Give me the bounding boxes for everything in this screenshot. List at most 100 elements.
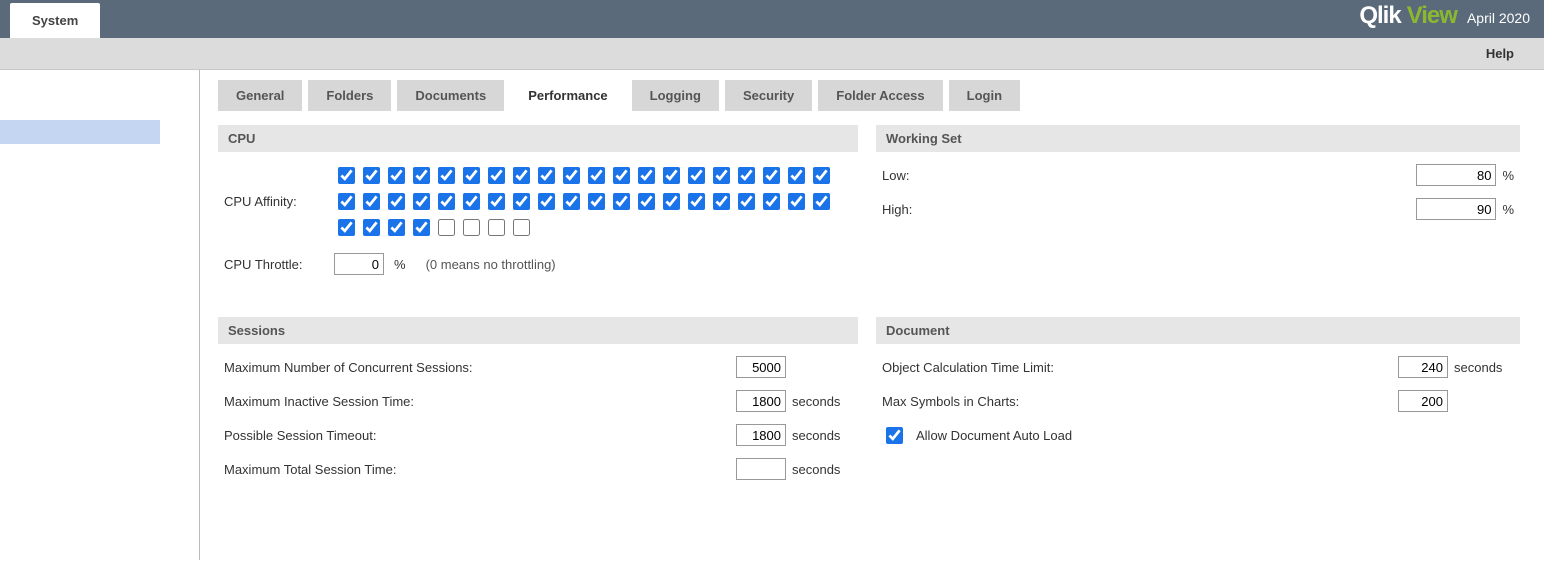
ws-high-unit: % <box>1502 202 1514 217</box>
tabs-row: GeneralFoldersDocumentsPerformanceLoggin… <box>218 80 1520 111</box>
cpu-affinity-checkbox-31[interactable] <box>613 193 630 210</box>
cpu-affinity-checkbox-20[interactable] <box>338 193 355 210</box>
sidebar <box>0 70 200 560</box>
session-input-2[interactable] <box>736 424 786 446</box>
allow-auto-load-checkbox[interactable] <box>886 427 903 444</box>
cpu-affinity-checkbox-10[interactable] <box>588 167 605 184</box>
cpu-affinity-checkbox-4[interactable] <box>438 167 455 184</box>
cpu-affinity-checkbox-5[interactable] <box>463 167 480 184</box>
ws-high-input[interactable] <box>1416 198 1496 220</box>
cpu-affinity-grid <box>334 164 831 239</box>
tab-logging[interactable]: Logging <box>632 80 719 111</box>
document-label-1: Max Symbols in Charts: <box>882 394 1398 409</box>
session-input-3[interactable] <box>736 458 786 480</box>
tab-general[interactable]: General <box>218 80 302 111</box>
cpu-affinity-checkbox-36[interactable] <box>738 193 755 210</box>
tab-security[interactable]: Security <box>725 80 812 111</box>
cpu-affinity-checkbox-3[interactable] <box>413 167 430 184</box>
ws-high-label: High: <box>882 202 942 217</box>
tab-documents[interactable]: Documents <box>397 80 504 111</box>
cpu-affinity-checkbox-37[interactable] <box>763 193 780 210</box>
brand-view: View <box>1407 2 1457 30</box>
working-set-panel: Working Set Low: % High: % <box>876 125 1520 295</box>
cpu-affinity-checkbox-29[interactable] <box>563 193 580 210</box>
cpu-affinity-checkbox-35[interactable] <box>713 193 730 210</box>
document-unit-0: seconds <box>1454 360 1514 375</box>
cpu-affinity-checkbox-23[interactable] <box>413 193 430 210</box>
cpu-affinity-checkbox-32[interactable] <box>638 193 655 210</box>
cpu-affinity-checkbox-8[interactable] <box>538 167 555 184</box>
document-input-1[interactable] <box>1398 390 1448 412</box>
allow-auto-load-label: Allow Document Auto Load <box>916 428 1072 443</box>
cpu-throttle-label: CPU Throttle: <box>224 257 324 272</box>
system-tab[interactable]: System <box>10 3 100 38</box>
cpu-affinity-checkbox-27[interactable] <box>513 193 530 210</box>
cpu-affinity-checkbox-22[interactable] <box>388 193 405 210</box>
session-label-0: Maximum Number of Concurrent Sessions: <box>224 360 736 375</box>
cpu-affinity-checkbox-28[interactable] <box>538 193 555 210</box>
cpu-affinity-checkbox-43[interactable] <box>413 219 430 236</box>
cpu-affinity-checkbox-39[interactable] <box>813 193 830 210</box>
cpu-affinity-checkbox-14[interactable] <box>688 167 705 184</box>
session-unit-3: seconds <box>792 462 852 477</box>
cpu-affinity-checkbox-42[interactable] <box>388 219 405 236</box>
cpu-affinity-checkbox-19[interactable] <box>813 167 830 184</box>
cpu-affinity-checkbox-38[interactable] <box>788 193 805 210</box>
session-label-3: Maximum Total Session Time: <box>224 462 736 477</box>
session-row-2: Possible Session Timeout:seconds <box>224 424 852 446</box>
cpu-affinity-checkbox-11[interactable] <box>613 167 630 184</box>
document-header: Document <box>876 317 1520 344</box>
ws-low-input[interactable] <box>1416 164 1496 186</box>
cpu-affinity-checkbox-46[interactable] <box>488 219 505 236</box>
cpu-affinity-checkbox-15[interactable] <box>713 167 730 184</box>
cpu-throttle-hint: (0 means no throttling) <box>426 257 556 272</box>
session-input-0[interactable] <box>736 356 786 378</box>
sidebar-selected-item[interactable] <box>0 120 160 144</box>
brand-qlik: Qlik <box>1359 2 1400 30</box>
cpu-affinity-checkbox-2[interactable] <box>388 167 405 184</box>
cpu-throttle-input[interactable] <box>334 253 384 275</box>
session-label-1: Maximum Inactive Session Time: <box>224 394 736 409</box>
document-input-0[interactable] <box>1398 356 1448 378</box>
cpu-affinity-checkbox-18[interactable] <box>788 167 805 184</box>
tab-login[interactable]: Login <box>949 80 1020 111</box>
cpu-affinity-checkbox-0[interactable] <box>338 167 355 184</box>
tab-folders[interactable]: Folders <box>308 80 391 111</box>
cpu-affinity-checkbox-47[interactable] <box>513 219 530 236</box>
cpu-affinity-checkbox-17[interactable] <box>763 167 780 184</box>
cpu-affinity-checkbox-7[interactable] <box>513 167 530 184</box>
cpu-affinity-checkbox-21[interactable] <box>363 193 380 210</box>
brand-area: QlikView April 2020 <box>1345 0 1544 38</box>
cpu-affinity-checkbox-40[interactable] <box>338 219 355 236</box>
cpu-affinity-checkbox-24[interactable] <box>438 193 455 210</box>
document-row-1: Max Symbols in Charts: <box>882 390 1514 412</box>
cpu-affinity-checkbox-13[interactable] <box>663 167 680 184</box>
cpu-affinity-checkbox-34[interactable] <box>688 193 705 210</box>
session-row-1: Maximum Inactive Session Time:seconds <box>224 390 852 412</box>
cpu-affinity-checkbox-1[interactable] <box>363 167 380 184</box>
cpu-affinity-checkbox-9[interactable] <box>563 167 580 184</box>
cpu-affinity-checkbox-6[interactable] <box>488 167 505 184</box>
cpu-affinity-checkbox-44[interactable] <box>438 219 455 236</box>
sessions-panel: Sessions Maximum Number of Concurrent Se… <box>218 317 858 498</box>
top-bar: System QlikView April 2020 <box>0 0 1544 38</box>
tab-folder-access[interactable]: Folder Access <box>818 80 942 111</box>
cpu-affinity-checkbox-30[interactable] <box>588 193 605 210</box>
cpu-affinity-checkbox-25[interactable] <box>463 193 480 210</box>
session-row-0: Maximum Number of Concurrent Sessions: <box>224 356 852 378</box>
cpu-affinity-checkbox-16[interactable] <box>738 167 755 184</box>
help-link[interactable]: Help <box>1486 46 1514 61</box>
working-set-header: Working Set <box>876 125 1520 152</box>
ws-low-unit: % <box>1502 168 1514 183</box>
document-row-0: Object Calculation Time Limit: seconds <box>882 356 1514 378</box>
session-input-1[interactable] <box>736 390 786 412</box>
cpu-affinity-checkbox-41[interactable] <box>363 219 380 236</box>
tab-performance[interactable]: Performance <box>510 80 625 111</box>
cpu-affinity-checkbox-26[interactable] <box>488 193 505 210</box>
session-label-2: Possible Session Timeout: <box>224 428 736 443</box>
document-label-0: Object Calculation Time Limit: <box>882 360 1398 375</box>
cpu-affinity-checkbox-12[interactable] <box>638 167 655 184</box>
cpu-panel-header: CPU <box>218 125 858 152</box>
cpu-affinity-checkbox-33[interactable] <box>663 193 680 210</box>
cpu-affinity-checkbox-45[interactable] <box>463 219 480 236</box>
